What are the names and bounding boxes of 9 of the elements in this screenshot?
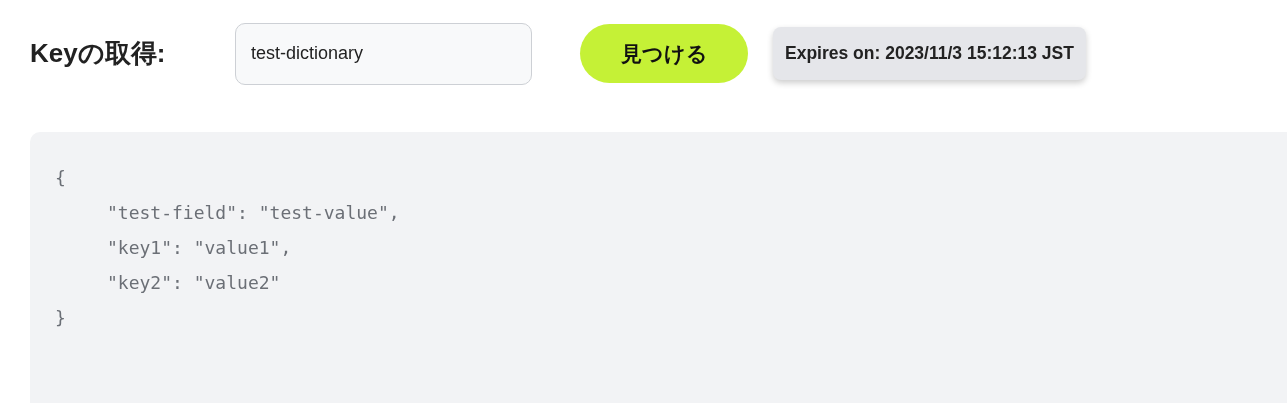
code-line: "test-field": "test-value", [107,201,400,225]
expiry-badge: Expires on: 2023/11/3 15:12:13 JST [773,27,1086,80]
page-title: Keyの取得: [30,37,167,70]
code-line: } [55,306,66,330]
find-button[interactable]: 見つける [580,24,748,83]
code-line: { [55,166,66,190]
key-input-field[interactable]: test-dictionary [235,22,532,85]
code-line: "key1": "value1", [107,236,292,260]
code-line: "key2": "value2" [107,271,281,295]
